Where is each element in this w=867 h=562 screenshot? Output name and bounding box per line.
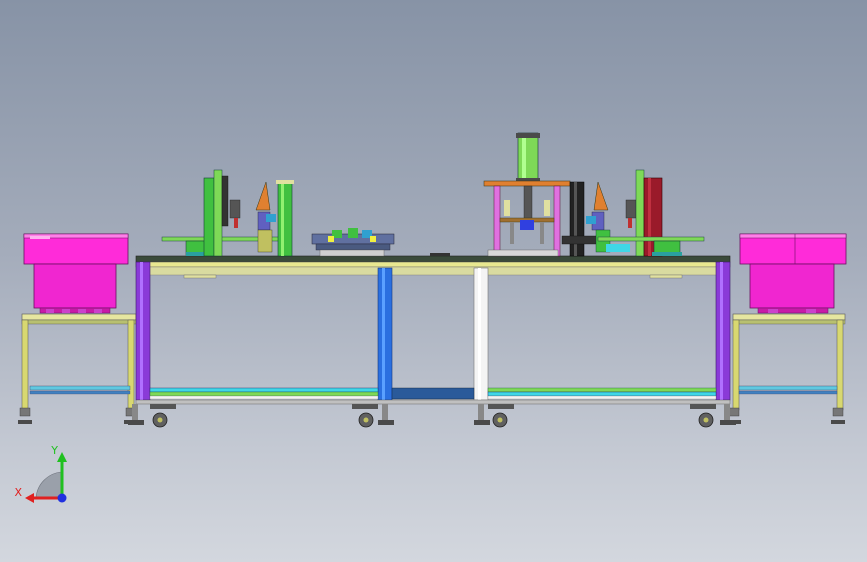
foot-4 [720, 420, 736, 425]
left-feeder-bowl [23, 233, 129, 314]
press-cylinder [517, 132, 539, 184]
left-station[interactable] [161, 169, 294, 257]
left-column-a [203, 177, 215, 257]
left-column-b [277, 181, 293, 257]
table-top-rail [135, 261, 731, 268]
table-top-plate [135, 255, 731, 263]
left-feeder-stand [18, 313, 138, 424]
caster-4 [690, 404, 716, 428]
right-feed-rail [597, 236, 705, 242]
z-axis-dot [57, 493, 67, 503]
main-workbench-frame[interactable] [135, 255, 731, 405]
foot-3 [474, 420, 490, 425]
cad-viewport[interactable]: Y X [0, 0, 867, 562]
right-handle [649, 274, 683, 279]
right-station-bracket [593, 181, 609, 211]
press-top-plate [483, 180, 571, 187]
x-axis-label: X [14, 486, 22, 499]
center-index-fixture[interactable] [311, 228, 450, 257]
press-guide-right [553, 185, 561, 257]
caster-3 [488, 404, 514, 428]
casters [128, 404, 736, 428]
foot-1 [128, 420, 144, 425]
coordinate-triad: Y X [14, 444, 67, 503]
lower-rail-left [149, 387, 379, 393]
assembly-model[interactable]: Y X [0, 0, 867, 562]
lower-rail-center [391, 387, 475, 400]
caster-1 [150, 404, 176, 428]
left-station-bracket [255, 181, 271, 211]
caster-2 [352, 404, 378, 428]
press-guide-left [493, 185, 501, 257]
triad-plane-icon [35, 471, 63, 499]
right-feeder-assembly[interactable] [727, 233, 847, 424]
left-handle [183, 274, 217, 279]
right-feeder-bowl [739, 233, 847, 314]
right-feeder-stand [727, 313, 846, 424]
left-feeder-assembly[interactable] [18, 233, 138, 424]
y-axis-label: Y [50, 444, 58, 457]
foot-2 [378, 420, 394, 425]
press-station[interactable] [483, 132, 571, 257]
right-station[interactable] [561, 169, 705, 257]
lower-rail-right [487, 387, 717, 393]
